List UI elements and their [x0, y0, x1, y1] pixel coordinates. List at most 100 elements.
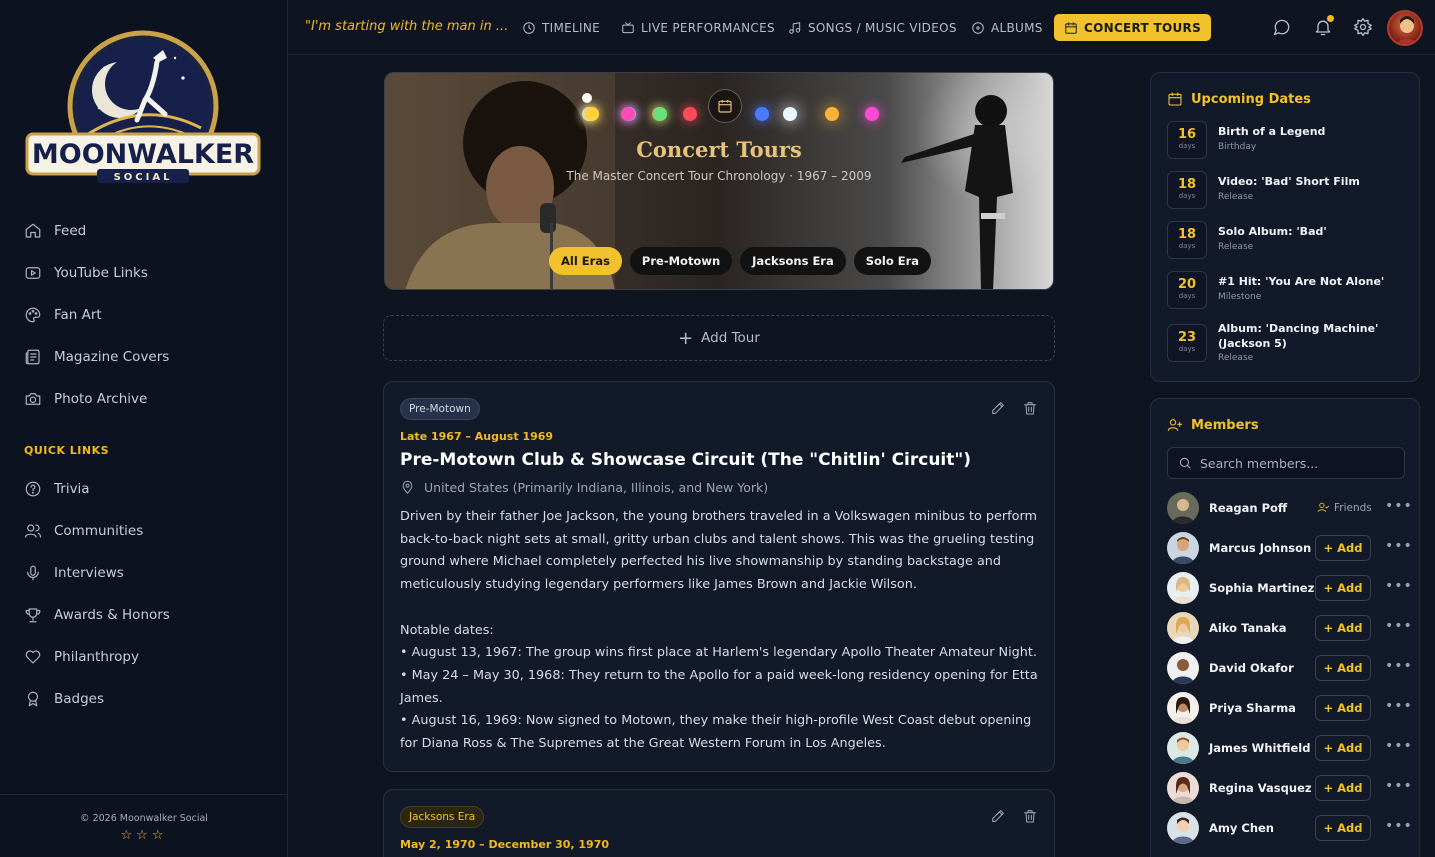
- calendar-icon: [1065, 21, 1077, 34]
- add-friend-button[interactable]: + Add: [1315, 735, 1371, 761]
- tab-live-performances[interactable]: LIVE PERFORMANCES: [621, 14, 775, 41]
- member-row[interactable]: James Whitfield + Add •••: [1167, 732, 1412, 764]
- add-friend-button[interactable]: + Add: [1315, 535, 1371, 561]
- stage-light: [865, 107, 879, 121]
- member-row[interactable]: Aiko Tanaka + Add •••: [1167, 612, 1412, 644]
- tab-albums[interactable]: ALBUMS: [971, 14, 1043, 41]
- user-avatar[interactable]: [1387, 10, 1423, 46]
- edit-icon[interactable]: [990, 808, 1006, 824]
- user-check-icon: [1317, 502, 1330, 512]
- days-label: days: [1178, 192, 1196, 200]
- avatar[interactable]: [1167, 532, 1199, 564]
- member-name[interactable]: David Okafor: [1209, 661, 1294, 675]
- member-row[interactable]: Priya Sharma + Add •••: [1167, 692, 1412, 724]
- days-label: days: [1178, 242, 1196, 250]
- stage-light: [683, 107, 697, 121]
- sidebar-item-youtube-links[interactable]: YouTube Links: [0, 252, 288, 294]
- filter-jacksons-era[interactable]: Jacksons Era: [740, 247, 846, 275]
- add-friend-button[interactable]: + Add: [1315, 695, 1371, 721]
- user-plus-icon: [1167, 419, 1183, 431]
- stage-light: [653, 107, 667, 121]
- avatar[interactable]: [1167, 612, 1199, 644]
- avatar[interactable]: [1167, 732, 1199, 764]
- trash-icon[interactable]: [1022, 400, 1038, 416]
- member-name[interactable]: Regina Vasquez: [1209, 781, 1312, 795]
- event-type: Milestone: [1218, 292, 1262, 302]
- more-options-icon[interactable]: •••: [1385, 658, 1413, 674]
- trash-icon[interactable]: [1022, 808, 1038, 824]
- member-row[interactable]: David Okafor + Add •••: [1167, 652, 1412, 684]
- moonwalker-logo[interactable]: MOONWALKER SOCIAL: [25, 28, 261, 186]
- days-countdown: 23 days: [1167, 324, 1207, 362]
- more-options-icon[interactable]: •••: [1385, 578, 1413, 594]
- member-name[interactable]: Reagan Poff: [1209, 501, 1287, 515]
- event-type: Birthday: [1218, 142, 1257, 152]
- sidebar-item-trivia[interactable]: Trivia: [0, 468, 288, 510]
- logo-tagline: SOCIAL: [114, 172, 173, 183]
- notable-dates-label: Notable dates:: [400, 622, 494, 638]
- tab-songs-music-videos[interactable]: SONGS / MUSIC VIDEOS: [788, 14, 957, 41]
- quote-ticker[interactable]: "I'm starting with the man in ...: [305, 19, 508, 34]
- member-row[interactable]: Sophia Martinez + Add •••: [1167, 572, 1412, 604]
- more-options-icon[interactable]: •••: [1385, 498, 1413, 514]
- member-name[interactable]: Priya Sharma: [1209, 701, 1296, 715]
- member-row[interactable]: Reagan Poff Friends •••: [1167, 492, 1412, 524]
- member-name[interactable]: Amy Chen: [1209, 821, 1274, 835]
- member-search-input[interactable]: Search members...: [1167, 447, 1405, 479]
- add-friend-button[interactable]: + Add: [1315, 815, 1371, 841]
- member-name[interactable]: Marcus Johnson: [1209, 541, 1311, 555]
- tour-dates: Late 1967 – August 1969: [400, 430, 554, 443]
- sidebar-item-philanthropy[interactable]: Philanthropy: [0, 636, 288, 678]
- avatar[interactable]: [1167, 772, 1199, 804]
- sidebar-item-fan-art[interactable]: Fan Art: [0, 294, 288, 336]
- search-placeholder: Search members...: [1200, 455, 1319, 471]
- sidebar-item-label: Awards & Honors: [54, 607, 170, 623]
- avatar[interactable]: [1167, 812, 1199, 844]
- more-options-icon[interactable]: •••: [1385, 778, 1413, 794]
- add-friend-button[interactable]: + Add: [1315, 775, 1371, 801]
- tab-label: TIMELINE: [542, 20, 600, 35]
- notification-dot: [1327, 15, 1334, 22]
- add-friend-button[interactable]: + Add: [1315, 655, 1371, 681]
- more-options-icon[interactable]: •••: [1385, 818, 1413, 834]
- sidebar-item-photo-archive[interactable]: Photo Archive: [0, 378, 288, 420]
- bell-icon[interactable]: [1313, 15, 1334, 37]
- avatar[interactable]: [1167, 492, 1199, 524]
- more-options-icon[interactable]: •••: [1385, 618, 1413, 634]
- sidebar-item-awards-honors[interactable]: Awards & Honors: [0, 594, 288, 636]
- tab-concert-tours[interactable]: CONCERT TOURS: [1054, 14, 1212, 41]
- member-name[interactable]: Aiko Tanaka: [1209, 621, 1287, 635]
- member-row[interactable]: Amy Chen + Add •••: [1167, 812, 1412, 844]
- filter-pre-motown[interactable]: Pre-Motown: [629, 247, 733, 275]
- add-friend-button[interactable]: + Add: [1315, 575, 1371, 601]
- member-row[interactable]: Regina Vasquez + Add •••: [1167, 772, 1412, 804]
- add-tour-label: Add Tour: [701, 330, 760, 346]
- sidebar-item-magazine-covers[interactable]: Magazine Covers: [0, 336, 288, 378]
- stage-light: [582, 93, 592, 103]
- add-tour-button[interactable]: + Add Tour: [383, 315, 1055, 361]
- member-row[interactable]: Marcus Johnson + Add •••: [1167, 532, 1412, 564]
- member-name[interactable]: James Whitfield: [1209, 741, 1310, 755]
- sidebar-item-badges[interactable]: Badges: [0, 678, 288, 720]
- notable-date-item: • May 24 – May 30, 1968: They return to …: [400, 667, 1038, 706]
- top-bar: "I'm starting with the man in ... TIMELI…: [288, 0, 1435, 55]
- gear-icon[interactable]: [1353, 17, 1373, 37]
- avatar[interactable]: [1167, 692, 1199, 724]
- sidebar-item-interviews[interactable]: Interviews: [0, 552, 288, 594]
- member-name[interactable]: Sophia Martinez: [1209, 581, 1314, 595]
- sidebar-item-feed[interactable]: Feed: [0, 210, 288, 252]
- filter-solo-era[interactable]: Solo Era: [853, 247, 932, 275]
- tv-icon: [622, 21, 634, 33]
- avatar[interactable]: [1167, 572, 1199, 604]
- sidebar-item-label: Badges: [54, 691, 105, 707]
- filter-all-eras[interactable]: All Eras: [549, 247, 622, 275]
- more-options-icon[interactable]: •••: [1385, 538, 1413, 554]
- more-options-icon[interactable]: •••: [1385, 738, 1413, 754]
- tab-timeline[interactable]: TIMELINE: [522, 14, 600, 41]
- edit-icon[interactable]: [990, 400, 1006, 416]
- avatar[interactable]: [1167, 652, 1199, 684]
- chat-icon[interactable]: [1272, 17, 1292, 37]
- more-options-icon[interactable]: •••: [1385, 698, 1413, 714]
- sidebar-item-communities[interactable]: Communities: [0, 510, 288, 552]
- add-friend-button[interactable]: + Add: [1315, 615, 1371, 641]
